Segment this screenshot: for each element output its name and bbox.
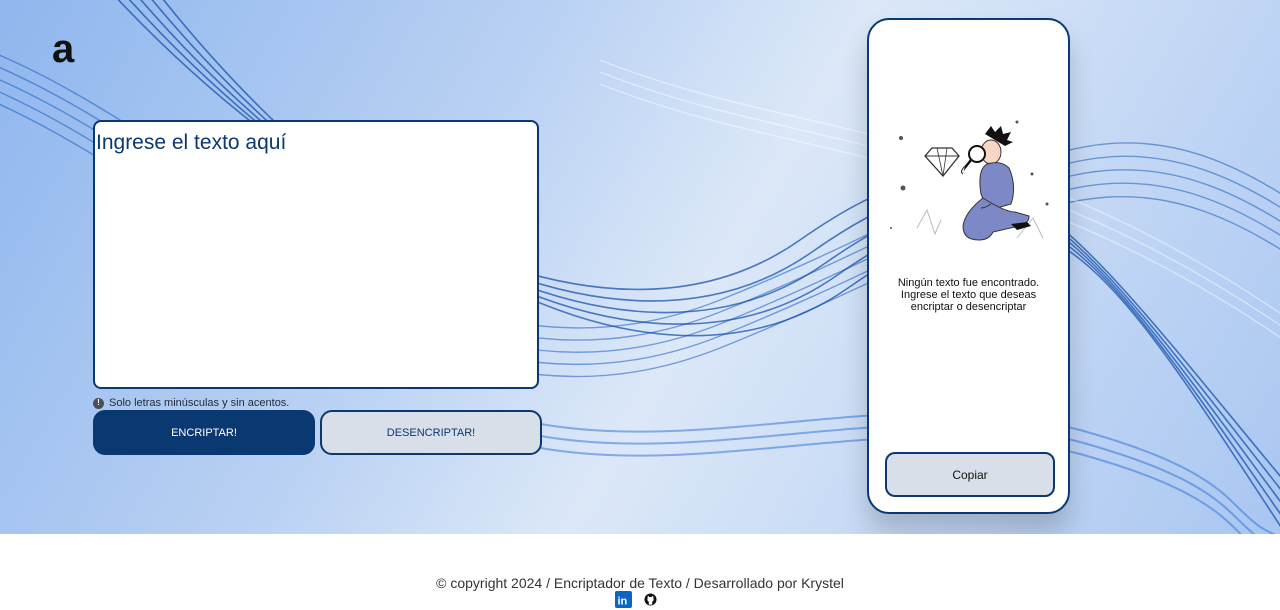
hint-text: Solo letras minúsculas y sin acentos.	[109, 397, 290, 409]
text-input[interactable]	[95, 122, 537, 387]
copyright-text: © copyright 2024 / Encriptador de Texto …	[436, 575, 844, 591]
linkedin-icon[interactable]: in	[615, 591, 632, 608]
message-line: encriptar o desencriptar	[910, 301, 1027, 313]
result-card: Ningún texto fue encontrado. Ingrese el …	[867, 18, 1070, 514]
linkedin-glyph: in	[618, 596, 628, 608]
hero-background: a ! Solo letras minúsculas y sin acentos…	[0, 0, 1280, 534]
message-line: Ingrese el texto que deseas	[900, 289, 1037, 301]
no-text-message: Ningún texto fue encontrado. Ingrese el …	[869, 277, 1068, 313]
copy-button[interactable]: Copiar	[885, 452, 1055, 497]
github-icon[interactable]	[642, 591, 659, 608]
hint: ! Solo letras minúsculas y sin acentos.	[93, 396, 289, 410]
footer: © copyright 2024 / Encriptador de Texto …	[0, 534, 1280, 610]
alura-logo-icon[interactable]: a	[50, 26, 82, 71]
decrypt-button[interactable]: DESENCRIPTAR!	[320, 410, 542, 455]
input-card	[93, 120, 539, 389]
logo-glyph: a	[52, 27, 75, 68]
message-line: Ningún texto fue encontrado.	[897, 277, 1040, 289]
social-links: in	[615, 591, 659, 608]
person-with-magnifying-glass-illustration	[890, 120, 1049, 241]
encrypt-button[interactable]: ENCRIPTAR!	[93, 410, 315, 455]
info-icon: !	[93, 397, 104, 409]
